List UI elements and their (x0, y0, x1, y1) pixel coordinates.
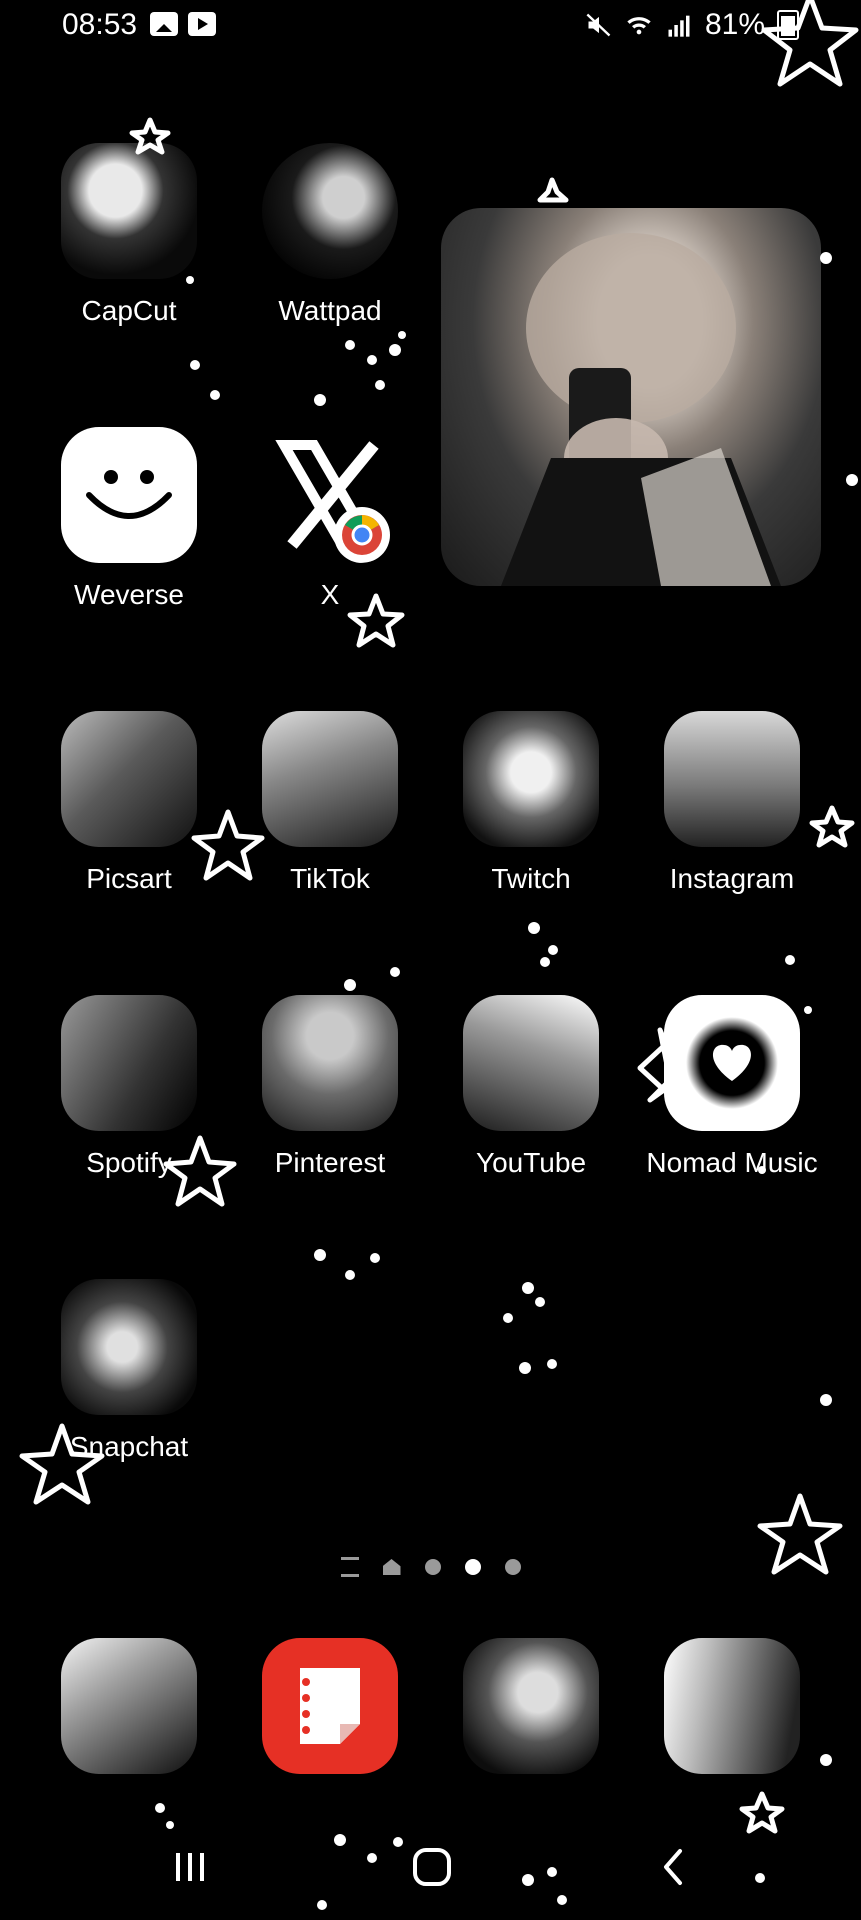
page-dot[interactable] (424, 1559, 441, 1575)
notepad-icon (300, 1668, 360, 1744)
app-picsart[interactable]: Picsart (29, 711, 229, 895)
signal-icon (668, 15, 690, 37)
status-time: 08:53 (62, 8, 138, 41)
recents-icon (176, 1853, 204, 1881)
spotify-icon[interactable] (61, 995, 197, 1131)
weverse-icon[interactable] (61, 427, 197, 563)
page-dot[interactable] (504, 1559, 521, 1575)
back-icon (664, 1849, 682, 1885)
heart-icon (686, 1017, 778, 1109)
dock-app-3-icon[interactable] (463, 1638, 599, 1774)
status-notification-icons (150, 12, 216, 36)
status-bar: 08:53 81% (0, 0, 861, 60)
app-label-youtube: YouTube (475, 1147, 587, 1178)
mute-icon (586, 13, 611, 37)
recents-button[interactable] (160, 1842, 220, 1892)
nomad-music-icon[interactable] (664, 995, 800, 1131)
gallery-icon (150, 12, 178, 36)
app-x[interactable]: X (230, 427, 430, 611)
instagram-icon[interactable] (664, 711, 800, 847)
app-label-snapchat: Snapchat (69, 1431, 189, 1462)
dock-app-1-icon[interactable] (61, 1638, 197, 1774)
wattpad-icon[interactable] (262, 143, 398, 279)
youtube-icon[interactable] (463, 995, 599, 1131)
app-instagram[interactable]: Instagram (632, 711, 832, 895)
wifi-icon (627, 17, 651, 35)
app-pinterest[interactable]: Pinterest (230, 995, 430, 1179)
page-indicator-list-icon[interactable] (340, 1557, 359, 1577)
tiktok-icon[interactable] (262, 711, 398, 847)
home-icon (413, 1848, 451, 1886)
app-weverse[interactable]: Weverse (29, 427, 229, 611)
app-label-tiktok: TikTok (290, 863, 370, 894)
youtube-notification-icon (188, 12, 216, 36)
app-label-twitch: Twitch (491, 863, 571, 894)
app-label-nomad-music: Nomad Music (646, 1147, 818, 1178)
home-button[interactable] (402, 1842, 462, 1892)
pinterest-icon[interactable] (262, 995, 398, 1131)
battery-percentage: 81% (704, 8, 765, 41)
app-nomad-music[interactable]: Nomad Music (632, 995, 832, 1179)
app-label-picsart: Picsart (86, 863, 172, 894)
snapchat-icon[interactable] (61, 1279, 197, 1415)
page-indicator[interactable] (0, 1552, 861, 1582)
status-system-icons: 81% (585, 8, 799, 42)
app-label-pinterest: Pinterest (274, 1147, 386, 1178)
dock-app-3[interactable] (431, 1638, 631, 1774)
app-label-wattpad: Wattpad (278, 295, 382, 326)
back-button[interactable] (644, 1842, 704, 1892)
app-label-instagram: Instagram (669, 863, 795, 894)
app-capcut[interactable]: CapCut (29, 143, 229, 327)
app-tiktok[interactable]: TikTok (230, 711, 430, 895)
page-dot-active[interactable] (464, 1559, 481, 1575)
app-label-weverse: Weverse (74, 579, 184, 610)
app-label-x: X (320, 579, 340, 610)
app-twitch[interactable]: Twitch (431, 711, 631, 895)
x-icon[interactable] (262, 427, 398, 563)
dock-app-notes[interactable] (230, 1638, 430, 1774)
smiley-face-icon (86, 470, 172, 519)
photo-widget[interactable] (441, 208, 821, 586)
photo-widget-image (501, 233, 781, 586)
picsart-icon[interactable] (61, 711, 197, 847)
battery-icon (777, 10, 799, 40)
x-logo-icon (275, 440, 390, 563)
dock-app-1[interactable] (29, 1638, 229, 1774)
app-wattpad[interactable]: Wattpad (230, 143, 430, 327)
app-snapchat[interactable]: Snapchat (29, 1279, 229, 1463)
app-spotify[interactable]: Spotify (29, 995, 229, 1179)
app-label-spotify: Spotify (86, 1147, 172, 1178)
page-indicator-home-icon[interactable] (382, 1559, 401, 1575)
navigation-bar (0, 1830, 861, 1910)
dock-app-4[interactable] (632, 1638, 832, 1774)
twitch-icon[interactable] (463, 711, 599, 847)
app-label-capcut: CapCut (81, 295, 177, 326)
capcut-icon[interactable] (61, 143, 197, 279)
dock-app-4-icon[interactable] (664, 1638, 800, 1774)
app-youtube[interactable]: YouTube (431, 995, 631, 1179)
notes-icon[interactable] (262, 1638, 398, 1774)
